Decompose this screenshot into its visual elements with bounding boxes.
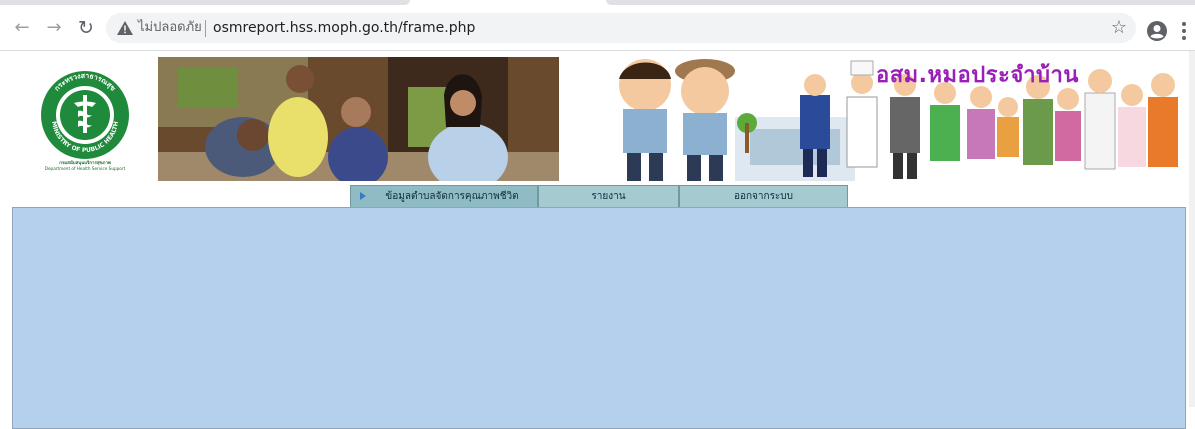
menu-item-report[interactable]: รายงาน [538, 185, 679, 208]
menu-arrow-icon [360, 192, 366, 200]
menu-item-logout[interactable]: ออกจากระบบ [679, 185, 848, 208]
tab-left-edge [0, 0, 410, 5]
warning-triangle-icon[interactable] [116, 19, 134, 37]
page-scrollbar[interactable] [1189, 51, 1195, 407]
menu-label-tambon-quality: ข้อมูลตำบลจัดการคุณภาพชีวิต [385, 191, 519, 202]
url-text[interactable]: osmreport.hss.moph.go.th/frame.php [213, 19, 475, 37]
browser-toolbar: ← → ↻ ไม่ปลอดภัย osmreport.hss.moph.go.t… [0, 6, 1195, 51]
forward-arrow-icon[interactable]: → [42, 16, 66, 40]
star-icon[interactable]: ☆ [1108, 17, 1130, 39]
reload-icon[interactable]: ↻ [74, 16, 98, 40]
more-vert-icon[interactable] [1179, 18, 1189, 44]
back-arrow-icon[interactable]: ← [10, 16, 34, 40]
omnibox-separator [205, 20, 206, 37]
page-content: กระทรวงสาธารณสุข MINISTRY OF PUBLIC HEAL… [0, 51, 1195, 429]
logo-caption-thai: กรมสนับสนุนบริการสุขภาพ [59, 161, 111, 166]
logo-caption-english: Department of Health Service Support [44, 166, 126, 171]
menu-label-report: รายงาน [591, 191, 626, 202]
content-frame [12, 207, 1186, 429]
security-label[interactable]: ไม่ปลอดภัย [138, 19, 202, 37]
menu-item-tambon-quality[interactable]: ข้อมูลตำบลจัดการคุณภาพชีวิต [350, 185, 538, 208]
community-photo [158, 57, 559, 181]
main-menu: ข้อมูลตำบลจัดการคุณภาพชีวิต รายงาน ออกจา… [350, 185, 848, 208]
banner-title: อสม.หมอประจำบ้าน [876, 63, 1079, 88]
address-bar[interactable]: ไม่ปลอดภัย osmreport.hss.moph.go.th/fram… [106, 13, 1136, 43]
account-circle-icon[interactable] [1146, 20, 1168, 42]
tab-right-edge [606, 0, 1195, 5]
menu-label-logout: ออกจากระบบ [733, 191, 794, 202]
